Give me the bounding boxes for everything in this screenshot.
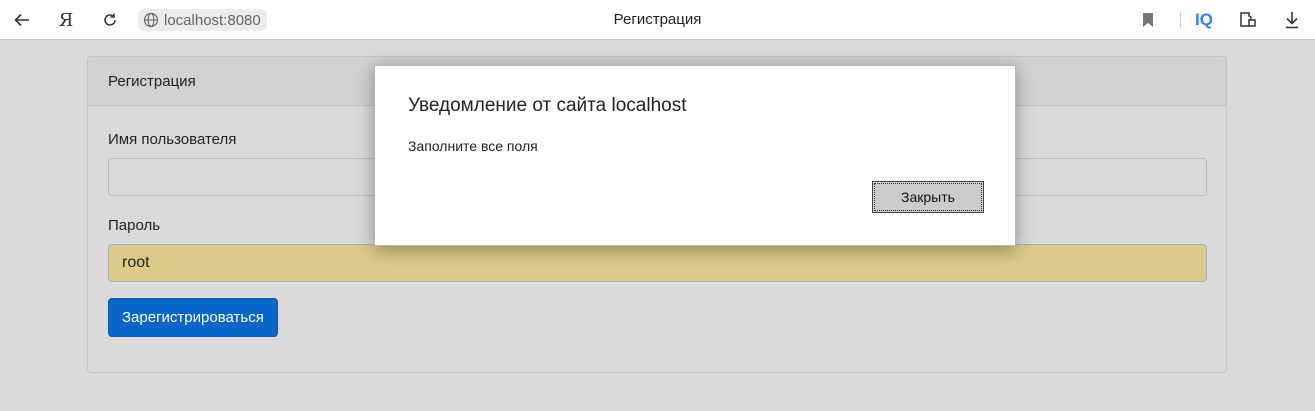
bookmark-icon[interactable] <box>1136 8 1160 32</box>
yandex-icon[interactable]: Я <box>54 8 78 32</box>
register-button[interactable]: Зарегистрироваться <box>108 298 278 337</box>
globe-icon <box>142 11 160 29</box>
download-icon[interactable] <box>1280 8 1304 32</box>
password-input[interactable]: root <box>108 244 1207 282</box>
username-label: Имя пользователя <box>108 131 237 148</box>
password-label: Пароль <box>108 217 161 234</box>
dialog-message: Заполните все поля <box>408 138 538 154</box>
extensions-icon[interactable] <box>1236 8 1260 32</box>
alert-dialog: Уведомление от сайта localhost Заполните… <box>374 65 1016 246</box>
browser-toolbar: Я localhost:8080 Регистрация IQ <box>0 0 1315 40</box>
reload-icon[interactable] <box>98 8 122 32</box>
dialog-title: Уведомление от сайта localhost <box>408 95 687 116</box>
dialog-close-button[interactable]: Закрыть <box>872 181 984 213</box>
toolbar-divider <box>1180 12 1181 28</box>
iq-icon[interactable]: IQ <box>1192 8 1216 32</box>
url-text: localhost:8080 <box>164 11 261 29</box>
back-arrow-icon[interactable] <box>10 8 34 32</box>
address-bar[interactable]: localhost:8080 <box>138 9 267 31</box>
